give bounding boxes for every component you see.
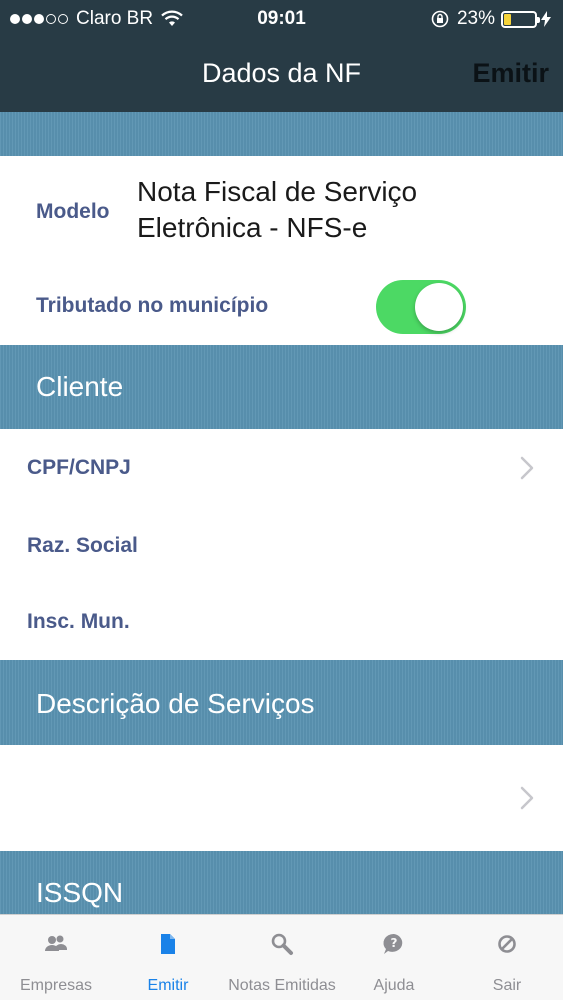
issqn-header: ISSQN — [36, 877, 124, 908]
cpf-cnpj-row[interactable]: CPF/CNPJ — [0, 429, 563, 507]
status-right: 23% — [431, 8, 551, 30]
chevron-right-icon — [520, 456, 534, 480]
toggle-knob — [415, 283, 463, 331]
tab-bar: Empresas Emitir Notas Emitidas ? Ajuda S… — [0, 914, 563, 1000]
modelo-value-line1: Nota Fiscal de Serviço — [137, 176, 418, 207]
insc-mun-label: Insc. Mun. — [27, 610, 130, 633]
magnifier-icon — [271, 933, 293, 955]
tab-label: Ajuda — [373, 977, 415, 994]
tab-sair[interactable]: Sair — [451, 915, 563, 1000]
insc-mun-row[interactable]: Insc. Mun. — [0, 583, 563, 660]
servicos-header: Descrição de Serviços — [36, 688, 315, 719]
people-icon — [45, 935, 67, 951]
cliente-section: CPF/CNPJ Raz. Social Insc. Mun. — [0, 429, 563, 660]
tab-emitir[interactable]: Emitir — [112, 915, 224, 1000]
navigation-bar: Dados da NF Emitir — [0, 40, 563, 112]
razao-social-label: Raz. Social — [27, 534, 138, 557]
emitir-button[interactable]: Emitir — [472, 58, 549, 89]
chevron-right-icon — [520, 786, 534, 810]
tab-notas-emitidas[interactable]: Notas Emitidas — [226, 915, 338, 1000]
tab-label: Empresas — [19, 977, 93, 994]
charging-bolt-icon — [541, 11, 551, 27]
battery-nub — [537, 16, 540, 23]
tab-label: Notas Emitidas — [228, 977, 336, 994]
top-bar: Claro BR 09:01 23% Dados da NF Emitir — [0, 0, 563, 112]
battery-fill — [504, 13, 511, 25]
tab-label: Sair — [492, 977, 522, 994]
servicos-section-header: Descrição de Serviços — [0, 660, 563, 745]
cliente-header: Cliente — [36, 371, 124, 402]
tab-label: Emitir — [147, 977, 189, 994]
battery-percent: 23% — [456, 8, 495, 29]
modelo-value-line2: Eletrônica - NFS-e — [137, 212, 368, 243]
tributado-label: Tributado no município — [36, 294, 269, 317]
document-icon — [161, 934, 175, 954]
tributado-toggle[interactable] — [376, 280, 466, 334]
nf-model-section: Modelo Nota Fiscal de Serviço Eletrônica… — [0, 156, 563, 345]
rotation-lock-icon — [431, 10, 449, 28]
no-entry-icon — [498, 935, 516, 953]
svg-text:?: ? — [391, 936, 398, 950]
status-bar: Claro BR 09:01 23% — [0, 0, 563, 40]
cliente-section-header: Cliente — [0, 345, 563, 429]
tab-ajuda[interactable]: ? Ajuda — [338, 915, 450, 1000]
servicos-row[interactable] — [0, 745, 563, 851]
help-bubble-icon: ? — [383, 933, 403, 954]
battery-icon — [501, 10, 540, 28]
razao-social-row[interactable]: Raz. Social — [0, 507, 563, 583]
cpf-cnpj-label: CPF/CNPJ — [27, 456, 131, 479]
modelo-label: Modelo — [36, 200, 110, 223]
section-band-top — [0, 112, 563, 156]
tab-empresas[interactable]: Empresas — [0, 915, 112, 1000]
issqn-section-header: ISSQN — [0, 851, 563, 914]
